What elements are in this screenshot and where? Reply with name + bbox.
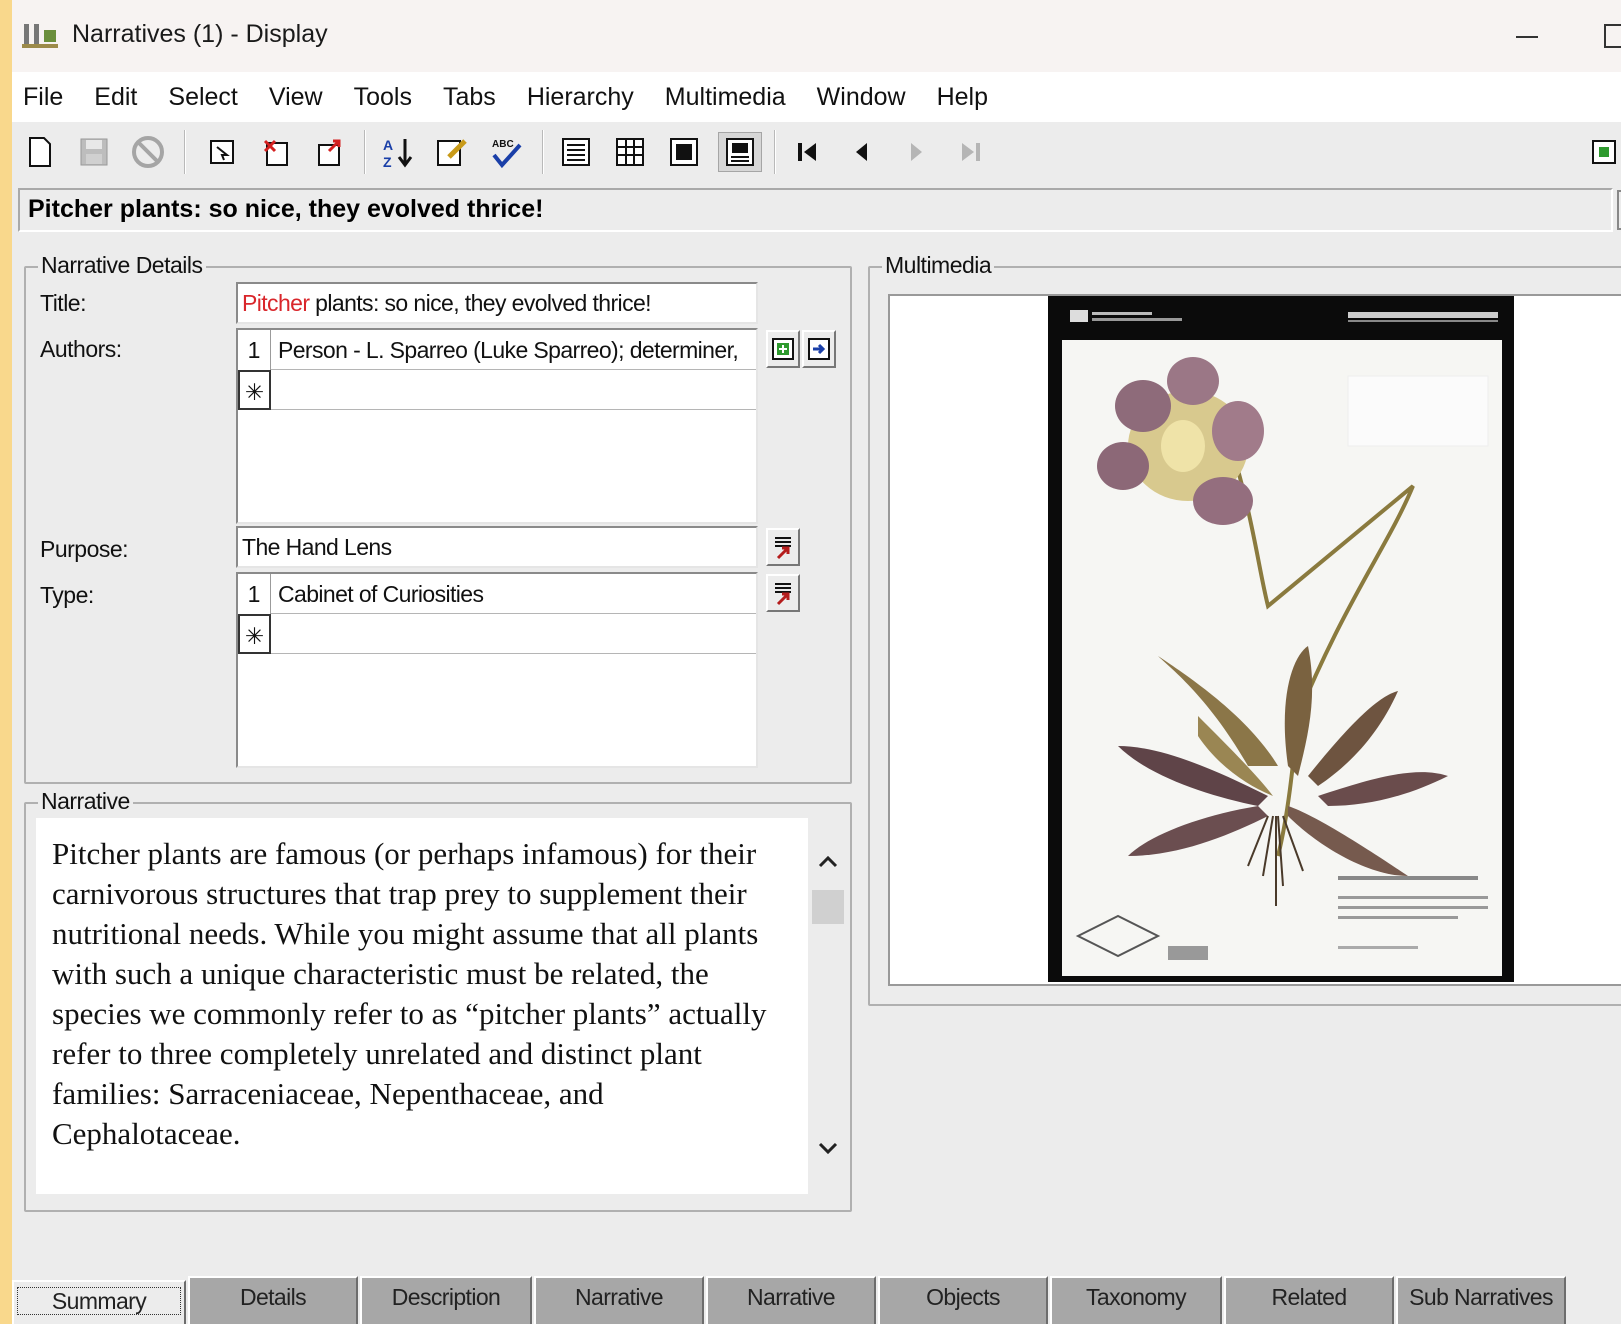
tab-summary-label: Summary — [16, 1287, 182, 1315]
type-label: Type: — [40, 582, 94, 608]
type-lookup-button[interactable] — [766, 574, 800, 612]
tab-strip: Summary Details Description Narrative Na… — [12, 1276, 1621, 1324]
menu-select[interactable]: Select — [168, 83, 237, 112]
add-record-icon — [772, 338, 794, 360]
authors-grid[interactable]: 1 Person - L. Sparreo (Luke Sparreo); de… — [236, 328, 758, 524]
purpose-field[interactable]: The Hand Lens — [236, 526, 758, 568]
lookup-list-icon — [775, 583, 791, 606]
attach-record-icon — [808, 338, 830, 360]
minimize-icon[interactable] — [1512, 22, 1542, 52]
authors-label: Authors: — [40, 336, 122, 362]
row-number: 1 — [238, 574, 271, 614]
purpose-label: Purpose: — [40, 536, 129, 562]
narrative-legend: Narrative — [38, 788, 133, 815]
purpose-lookup-button[interactable] — [766, 528, 800, 566]
edit-note-icon[interactable] — [432, 132, 472, 172]
new-document-icon[interactable] — [20, 132, 60, 172]
new-row[interactable]: ✳ — [238, 614, 756, 654]
type-grid[interactable]: 1 Cabinet of Curiosities ✳ — [236, 572, 758, 768]
cancel-icon[interactable] — [128, 132, 168, 172]
multimedia-legend: Multimedia — [882, 252, 995, 279]
svg-text:ABC: ABC — [492, 139, 514, 150]
narrative-details-legend: Narrative Details — [38, 252, 206, 279]
multimedia-group: Multimedia — [868, 252, 1621, 1006]
menu-tools[interactable]: Tools — [354, 83, 412, 112]
tab-objects[interactable]: Objects — [878, 1276, 1048, 1324]
maximize-icon[interactable] — [1604, 24, 1621, 48]
page-view-icon[interactable] — [664, 132, 704, 172]
menu-view[interactable]: View — [269, 83, 323, 112]
list-view-icon[interactable] — [556, 132, 596, 172]
narrative-text-area[interactable]: Pitcher plants are famous (or perhaps in… — [36, 818, 808, 1194]
new-row[interactable]: ✳ — [238, 370, 756, 410]
title-rest-text: plants: so nice, they evolved thrice! — [309, 290, 651, 316]
sort-az-icon[interactable]: AZ — [378, 132, 418, 172]
narrative-text: Pitcher plants are famous (or perhaps in… — [52, 836, 767, 1151]
specimen-picture — [1048, 296, 1514, 982]
title-label: Title: — [40, 290, 87, 316]
table-row[interactable]: 1 Person - L. Sparreo (Luke Sparreo); de… — [238, 330, 756, 370]
chevron-up-icon[interactable] — [816, 850, 840, 874]
toolbar: AZ ABC — [12, 122, 1621, 182]
tab-narrative-1[interactable]: Narrative — [534, 1276, 704, 1324]
menu-window[interactable]: Window — [817, 83, 906, 112]
chevron-down-icon[interactable] — [816, 1136, 840, 1160]
tab-narrative-2[interactable]: Narrative — [706, 1276, 876, 1324]
svg-text:A: A — [383, 137, 393, 153]
multimedia-viewer[interactable] — [888, 294, 1621, 986]
spell-check-icon[interactable]: ABC — [486, 132, 526, 172]
menu-bar: File Edit Select View Tools Tabs Hierarc… — [12, 72, 1621, 122]
purpose-value: The Hand Lens — [242, 534, 392, 560]
table-view-icon[interactable] — [610, 132, 650, 172]
herbarium-specimen-image[interactable] — [1048, 296, 1514, 982]
title-field[interactable]: Pitcher plants: so nice, they evolved th… — [236, 282, 758, 324]
title-bar: Narratives (1) - Display — [12, 0, 1621, 72]
open-record-icon[interactable] — [202, 132, 242, 172]
save-icon[interactable] — [74, 132, 114, 172]
menu-tabs[interactable]: Tabs — [443, 83, 496, 112]
previous-record-icon[interactable] — [842, 132, 882, 172]
first-record-icon[interactable] — [788, 132, 828, 172]
menu-hierarchy[interactable]: Hierarchy — [527, 83, 634, 112]
image-view-icon[interactable] — [718, 132, 762, 172]
table-row[interactable]: 1 Cabinet of Curiosities — [238, 574, 756, 614]
menu-file[interactable]: File — [23, 83, 63, 112]
heading-side-box — [1617, 190, 1621, 230]
tab-related[interactable]: Related — [1224, 1276, 1394, 1324]
next-record-icon[interactable] — [896, 132, 936, 172]
menu-help[interactable]: Help — [937, 83, 988, 112]
new-row-marker: ✳ — [238, 370, 271, 410]
export-record-icon[interactable] — [310, 132, 350, 172]
tab-summary[interactable]: Summary — [12, 1280, 186, 1324]
type-value[interactable]: Cabinet of Curiosities — [278, 574, 484, 614]
window-title: Narratives (1) - Display — [72, 20, 328, 48]
delete-record-icon[interactable] — [256, 132, 296, 172]
app-icon — [22, 24, 58, 48]
lookup-list-icon — [775, 537, 791, 560]
app-window: Narratives (1) - Display File Edit Selec… — [12, 0, 1621, 1324]
author-value[interactable]: Person - L. Sparreo (Luke Sparreo); dete… — [278, 330, 739, 370]
record-heading: Pitcher plants: so nice, they evolved th… — [18, 188, 1613, 232]
last-record-icon[interactable] — [950, 132, 990, 172]
tab-description[interactable]: Description — [360, 1276, 532, 1324]
tab-details[interactable]: Details — [188, 1276, 358, 1324]
svg-text:Z: Z — [383, 154, 392, 169]
attach-author-button[interactable] — [802, 330, 836, 368]
scroll-thumb[interactable] — [812, 890, 844, 924]
tab-taxonomy[interactable]: Taxonomy — [1050, 1276, 1222, 1324]
right-toolbar-icon[interactable] — [1584, 132, 1621, 172]
new-row-marker: ✳ — [238, 614, 271, 654]
add-author-button[interactable] — [766, 330, 800, 368]
menu-multimedia[interactable]: Multimedia — [665, 83, 786, 112]
title-highlight-text: Pitcher — [242, 290, 310, 316]
menu-edit[interactable]: Edit — [94, 83, 137, 112]
tab-sub-narratives[interactable]: Sub Narratives — [1396, 1276, 1566, 1324]
narrative-scrollbar[interactable] — [808, 818, 848, 1194]
row-number: 1 — [238, 330, 271, 370]
